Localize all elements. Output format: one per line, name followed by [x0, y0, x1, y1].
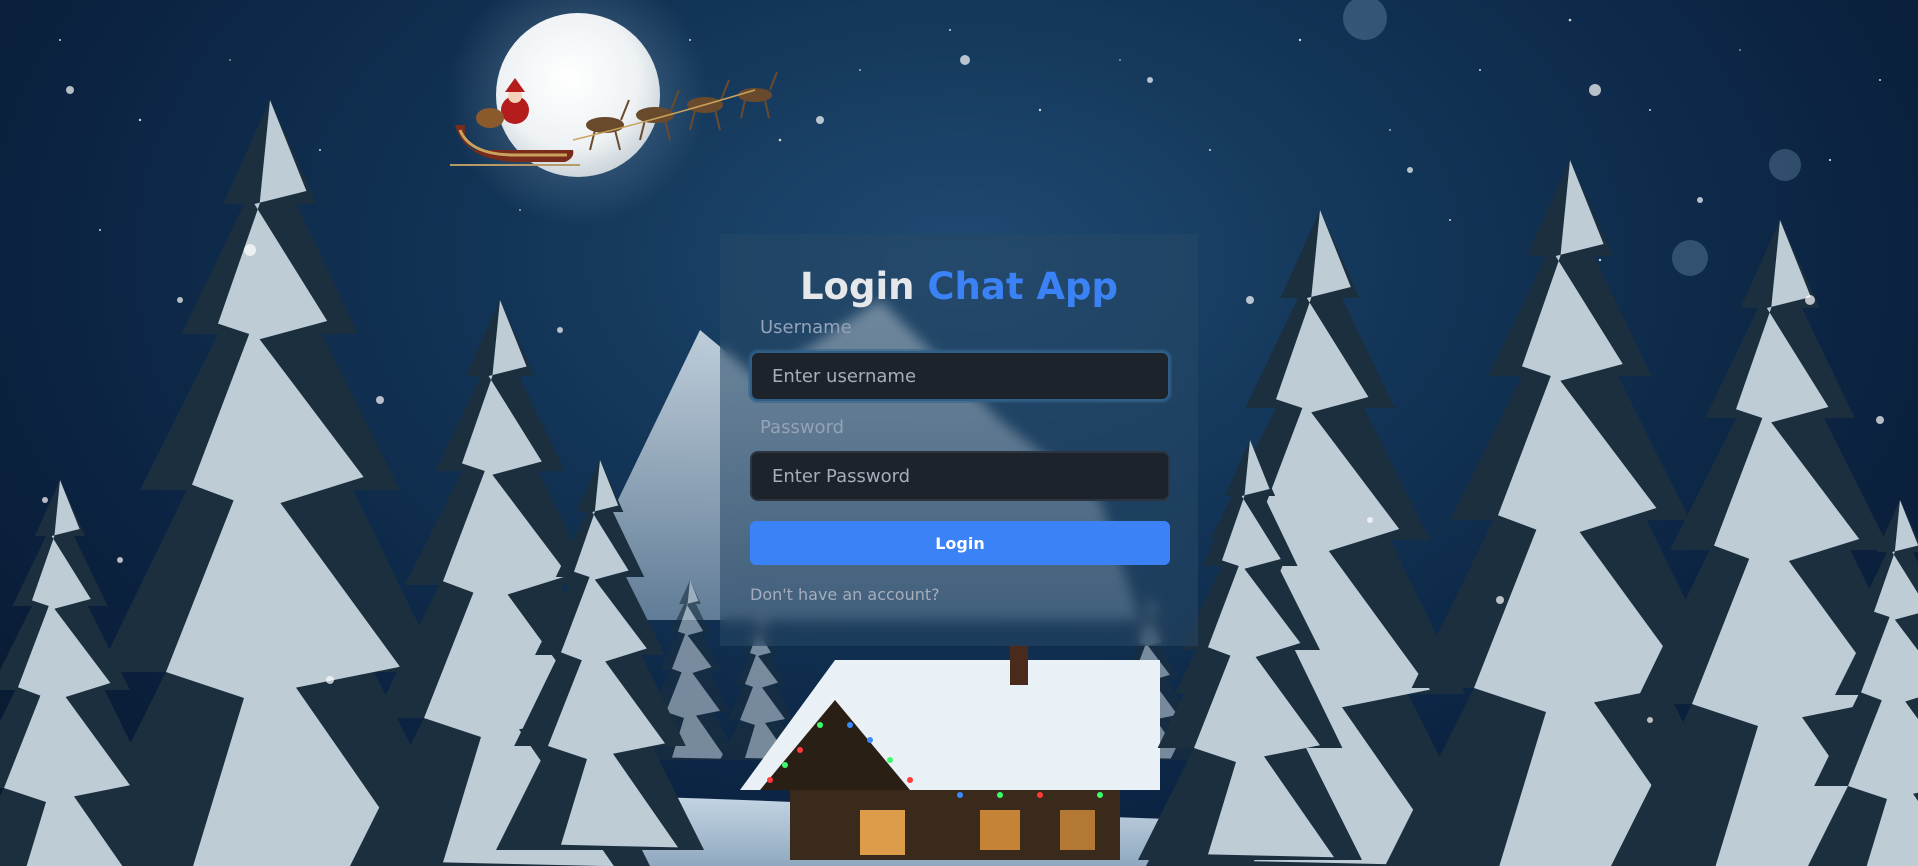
stars	[59, 18, 1881, 262]
snowy-cabin	[740, 645, 1160, 860]
title-prefix: Login	[799, 265, 915, 308]
login-title: Login Chat App	[750, 268, 1168, 305]
login-card: Login Chat App Username Password Login D…	[720, 234, 1198, 646]
password-input[interactable]	[750, 451, 1170, 501]
title-accent: Chat App	[927, 265, 1119, 308]
username-input[interactable]	[750, 351, 1170, 401]
right-trees	[1138, 159, 1918, 866]
password-label: Password	[760, 417, 845, 438]
signup-link[interactable]: Don't have an account?	[750, 585, 1168, 604]
login-button[interactable]: Login	[750, 521, 1170, 565]
username-label: Username	[760, 317, 852, 338]
login-page: Login Chat App Username Password Login D…	[0, 0, 1918, 866]
